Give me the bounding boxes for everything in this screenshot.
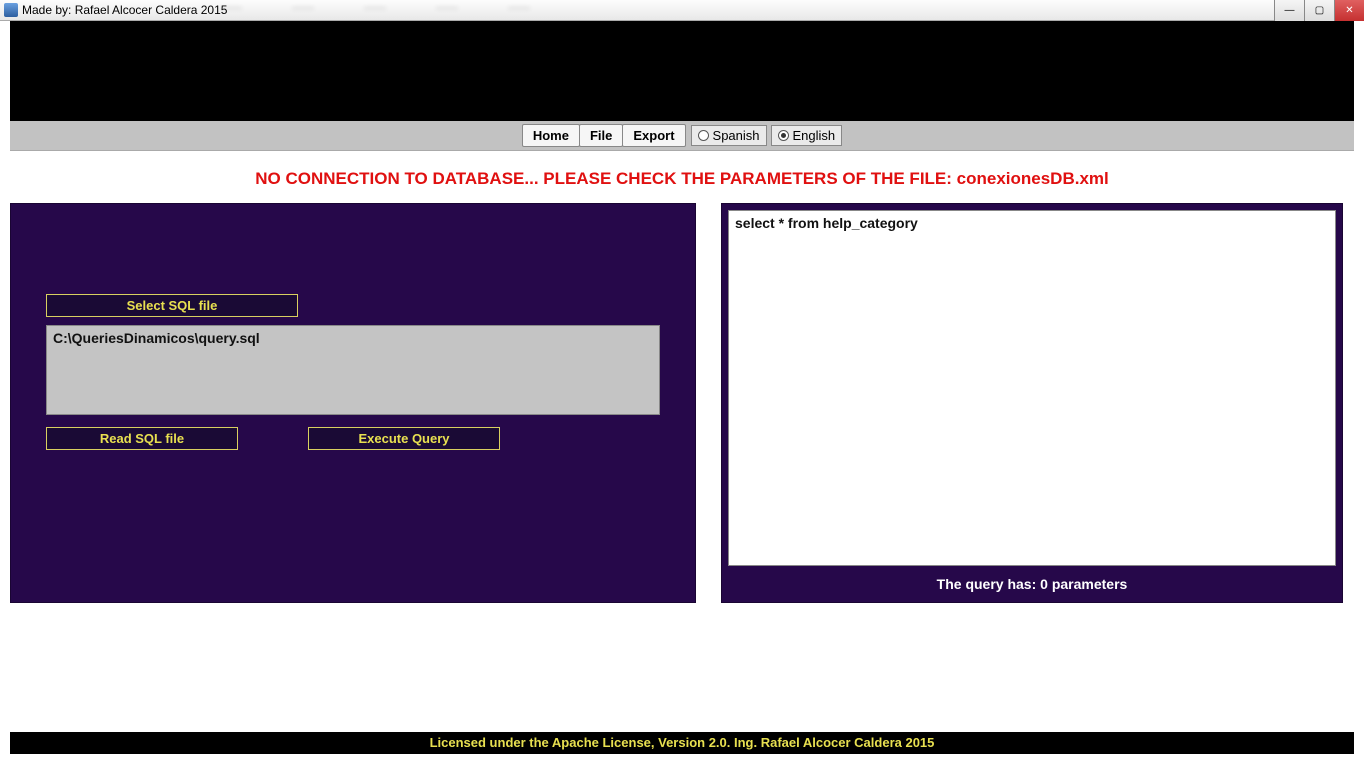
maximize-button[interactable]: ▢ bbox=[1304, 0, 1334, 21]
lang-english[interactable]: English bbox=[771, 125, 843, 146]
header-banner bbox=[10, 21, 1354, 121]
footer: Licensed under the Apache License, Versi… bbox=[10, 732, 1354, 754]
radio-icon bbox=[698, 130, 709, 141]
file-path-value: C:\QueriesDinamicos\query.sql bbox=[53, 330, 260, 346]
menu-file[interactable]: File bbox=[579, 124, 623, 147]
select-sql-file-button[interactable]: Select SQL file bbox=[46, 294, 298, 317]
query-text: select * from help_category bbox=[735, 215, 918, 231]
lang-spanish[interactable]: Spanish bbox=[691, 125, 767, 146]
lang-spanish-label: Spanish bbox=[713, 128, 760, 143]
right-panel: select * from help_category The query ha… bbox=[721, 203, 1343, 603]
window-titlebar: Made by: Rafael Alcocer Caldera 2015 ———… bbox=[0, 0, 1364, 21]
minimize-button[interactable]: — bbox=[1274, 0, 1304, 21]
query-text-area[interactable]: select * from help_category bbox=[728, 210, 1336, 566]
window-controls: — ▢ ✕ bbox=[1274, 0, 1364, 21]
background-windows-blur: —————————— bbox=[220, 2, 1244, 18]
read-sql-file-button[interactable]: Read SQL file bbox=[46, 427, 238, 450]
window-title: Made by: Rafael Alcocer Caldera 2015 bbox=[22, 3, 227, 17]
execute-query-button[interactable]: Execute Query bbox=[308, 427, 500, 450]
left-panel: Select SQL file C:\QueriesDinamicos\quer… bbox=[10, 203, 696, 603]
banner-wave-graphic bbox=[10, 24, 1354, 121]
lang-english-label: English bbox=[793, 128, 836, 143]
file-path-box[interactable]: C:\QueriesDinamicos\query.sql bbox=[46, 325, 660, 415]
radio-icon-selected bbox=[778, 130, 789, 141]
menubar: Home File Export Spanish English bbox=[10, 121, 1354, 151]
menu-export[interactable]: Export bbox=[622, 124, 685, 147]
parameter-count-label: The query has: 0 parameters bbox=[728, 566, 1336, 602]
java-icon bbox=[4, 3, 18, 17]
menu-home[interactable]: Home bbox=[522, 124, 580, 147]
error-message: NO CONNECTION TO DATABASE... PLEASE CHEC… bbox=[0, 151, 1364, 203]
close-button[interactable]: ✕ bbox=[1334, 0, 1364, 21]
